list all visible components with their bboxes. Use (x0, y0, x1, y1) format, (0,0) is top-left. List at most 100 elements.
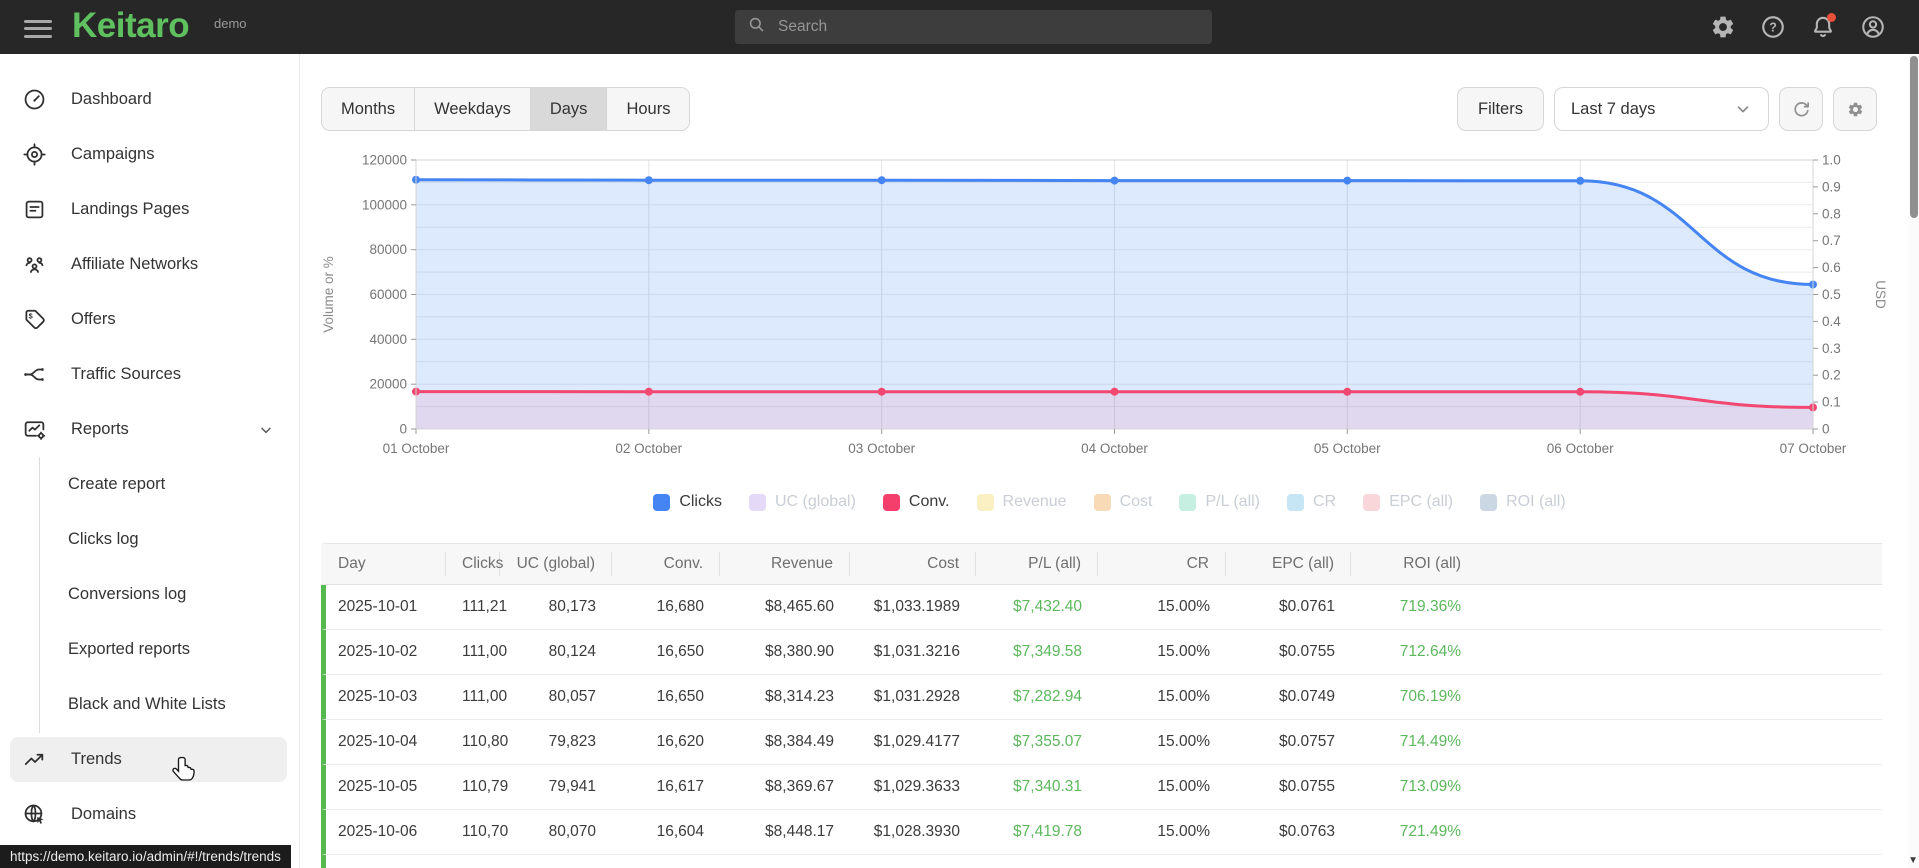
sidebar-item-conversions-log[interactable]: Conversions log (0, 567, 299, 622)
table-row-2025-10-06[interactable]: 2025-10-06 110,70 80,070 16,604 $8,448.17 $1,… (321, 810, 1882, 855)
sidebar-item-dashboard[interactable]: Dashboard (0, 72, 299, 127)
svg-text:0.7: 0.7 (1822, 233, 1841, 248)
column-header-revenue[interactable]: Revenue (720, 552, 850, 576)
sidebar-item-domains[interactable]: Domains (0, 787, 299, 842)
trends-icon (22, 747, 47, 772)
column-header-uc-global[interactable]: UC (global) (500, 552, 612, 576)
legend-label: Cost (1119, 493, 1153, 510)
sidebar-item-label: Offers (71, 310, 116, 328)
legend-item-clicks[interactable]: Clicks (653, 493, 722, 511)
svg-text:40000: 40000 (369, 332, 407, 347)
sidebar-item-affiliate-networks[interactable]: Affiliate Networks (0, 237, 299, 292)
cell-p-l-all: $7,340.31 (1013, 778, 1082, 795)
sidebar-item-campaigns[interactable]: Campaigns (0, 127, 299, 182)
table-row-2025-10-02[interactable]: 2025-10-02 111,00 80,124 16,650 $8,380.90 $1,… (321, 630, 1882, 675)
date-range-select[interactable]: Last 7 days (1554, 87, 1769, 131)
column-header-clicks[interactable]: Clicks (446, 552, 503, 576)
legend-label: CR (1313, 493, 1337, 510)
cell-p-l-all: $7,419.78 (1013, 823, 1082, 840)
column-header-p-l-all[interactable]: P/L (all) (976, 552, 1098, 576)
cell-day: 2025-10-06 (338, 823, 418, 840)
cell-cost: $1,033.1989 (873, 598, 960, 615)
cell-cr: 15.00% (1157, 823, 1210, 840)
table-row-2025-10-01[interactable]: 2025-10-01 111,21 80,173 16,680 $8,465.60 $1,… (321, 585, 1882, 630)
sidebar-item-exported-reports[interactable]: Exported reports (0, 622, 299, 677)
cell-epc-all: $0.0749 (1278, 688, 1335, 705)
cell-cost: $1,028.3930 (873, 823, 960, 840)
legend-item-p-l-all[interactable]: P/L (all) (1179, 493, 1260, 511)
vertical-scrollbar[interactable]: ▼ (1908, 54, 1919, 868)
legend-item-conv[interactable]: Conv. (882, 493, 950, 511)
data-point[interactable] (1343, 176, 1352, 185)
tab-months[interactable]: Months (322, 88, 416, 130)
sidebar-item-offers[interactable]: $ Offers (0, 292, 299, 347)
column-header-epc-all[interactable]: EPC (all) (1226, 552, 1351, 576)
keitaro-logo[interactable]: Keitaro (72, 6, 190, 46)
legend-swatch (653, 493, 671, 511)
account-icon[interactable] (1855, 9, 1891, 45)
sidebar-item-reports[interactable]: Reports (0, 402, 299, 457)
sidebar-item-traffic-sources[interactable]: Traffic Sources (0, 347, 299, 402)
sidebar-item-create-report[interactable]: Create report (0, 457, 299, 512)
table-row-2025-10-04[interactable]: 2025-10-04 110,80 79,823 16,620 $8,384.49 $1,… (321, 720, 1882, 765)
chevron-down-icon (1734, 100, 1752, 118)
scrollbar-down-arrow[interactable]: ▼ (1908, 856, 1918, 866)
sidebar-item-black-and-white-lists[interactable]: Black and White Lists (0, 677, 299, 732)
brand-demo-label: demo (214, 16, 247, 31)
tab-weekdays[interactable]: Weekdays (415, 88, 531, 130)
table-row-2025-10-07[interactable]: 2025-10-0764,4644,4579,646$4,866.94$597.… (321, 855, 1882, 868)
sidebar-item-label: Black and White Lists (68, 695, 226, 713)
cell-clicks: 110,80 (462, 733, 509, 750)
cell-p-l-all: $7,432.40 (1013, 598, 1082, 615)
data-point[interactable] (1110, 176, 1119, 185)
notifications-bell-icon[interactable] (1805, 9, 1841, 45)
sidebar-item-landings-pages[interactable]: Landings Pages (0, 182, 299, 237)
cell-cr: 15.00% (1157, 598, 1210, 615)
legend-swatch (1363, 493, 1381, 511)
table-row-2025-10-03[interactable]: 2025-10-03 111,00 80,057 16,650 $8,314.23 $1,… (321, 675, 1882, 720)
refresh-button[interactable] (1779, 87, 1823, 131)
svg-text:0.1: 0.1 (1822, 395, 1841, 410)
data-point[interactable] (1576, 387, 1585, 396)
legend-item-uc-global[interactable]: UC (global) (748, 493, 856, 511)
notification-badge (1827, 13, 1836, 22)
column-header-cr[interactable]: CR (1098, 552, 1226, 576)
column-header-day[interactable]: Day (326, 552, 446, 576)
tab-days[interactable]: Days (530, 88, 608, 130)
sidebar-item-trends[interactable]: Trends (0, 732, 299, 787)
scrollbar-thumb[interactable] (1910, 56, 1918, 218)
date-range-value: Last 7 days (1571, 99, 1656, 118)
search-input[interactable]: Search (735, 10, 1212, 44)
data-point[interactable] (877, 387, 886, 396)
legend-item-cost[interactable]: Cost (1093, 493, 1153, 511)
legend-swatch (1287, 493, 1304, 511)
filters-button[interactable]: Filters (1457, 87, 1544, 131)
chart-legend: Clicks UC (global) Conv. Revenue Cost P/L (al… (300, 488, 1919, 516)
column-header-cost[interactable]: Cost (850, 552, 976, 576)
cell-clicks: 111,21 (462, 598, 508, 615)
sidebar-item-clicks-log[interactable]: Clicks log (0, 512, 299, 567)
legend-item-cr[interactable]: CR (1287, 493, 1336, 511)
menu-toggle-button[interactable] (16, 11, 60, 43)
data-point[interactable] (1576, 176, 1585, 185)
data-point[interactable] (644, 176, 653, 185)
cell-roi-all: 714.49% (1399, 733, 1461, 750)
cell-clicks: 110,70 (462, 823, 509, 840)
table-row-2025-10-05[interactable]: 2025-10-05 110,79 79,941 16,617 $8,369.67 $1,… (321, 765, 1882, 810)
svg-text:01 October: 01 October (383, 441, 450, 456)
column-header-conv[interactable]: Conv. (612, 552, 720, 576)
legend-item-revenue[interactable]: Revenue (976, 493, 1067, 511)
data-point[interactable] (877, 176, 886, 185)
legend-item-roi-all[interactable]: ROI (all) (1480, 493, 1566, 511)
settings-gear-icon[interactable] (1705, 9, 1741, 45)
data-point[interactable] (644, 387, 653, 396)
column-header-roi-all[interactable]: ROI (all) (1351, 552, 1477, 576)
data-point[interactable] (1343, 387, 1352, 396)
data-point[interactable] (1110, 387, 1119, 396)
help-icon[interactable]: ? (1755, 9, 1791, 45)
tab-hours[interactable]: Hours (607, 88, 690, 130)
chart-settings-button[interactable] (1833, 87, 1877, 131)
cell-conv: 16,650 (656, 688, 704, 705)
legend-item-epc-all[interactable]: EPC (all) (1363, 493, 1453, 511)
cell-cost: $1,031.3216 (873, 643, 960, 660)
